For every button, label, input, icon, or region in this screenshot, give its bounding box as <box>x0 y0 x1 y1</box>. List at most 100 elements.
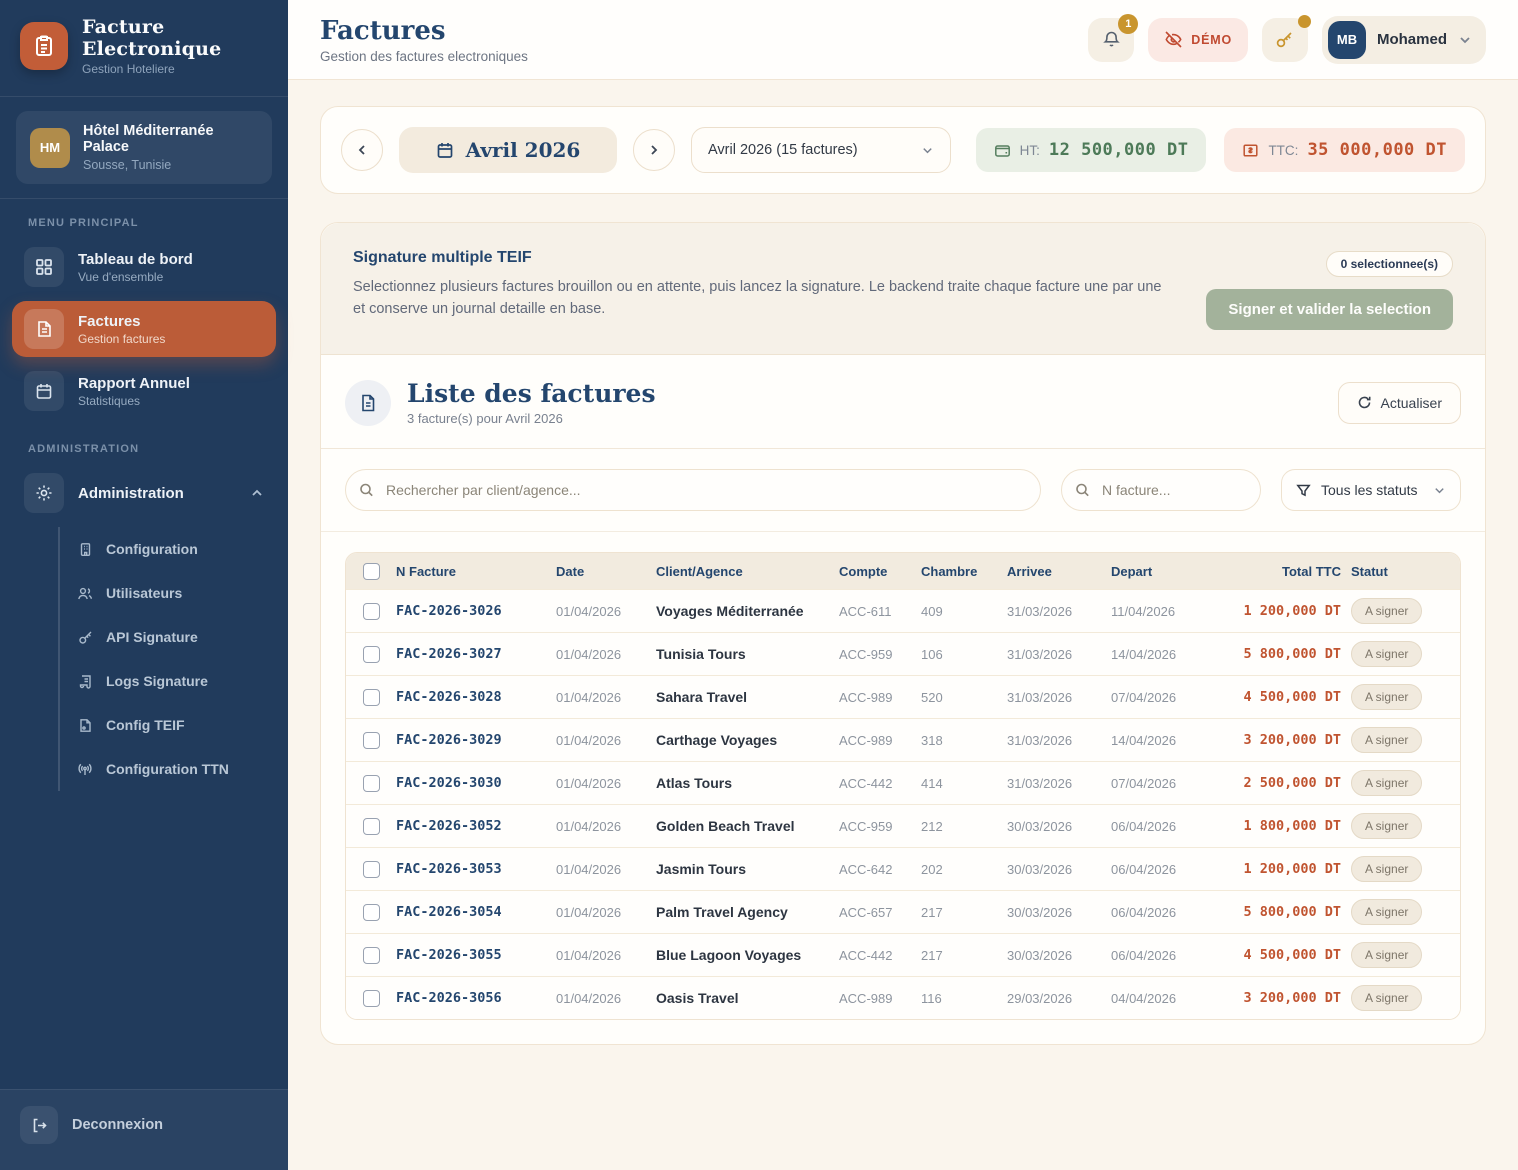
sidebar-item-api-signature[interactable]: API Signature <box>76 615 276 659</box>
row-checkbox[interactable] <box>363 947 380 964</box>
sidebar-item-sublabel: Statistiques <box>78 394 190 408</box>
month-select[interactable]: Avril 2026 (15 factures) <box>691 127 951 173</box>
app-logo: Facture Electronique Gestion Hoteliere <box>0 0 288 96</box>
app-window: Facture Electronique Gestion Hoteliere H… <box>0 0 1518 1170</box>
status-badge: A signer <box>1351 899 1422 925</box>
invoice-number[interactable]: FAC-2026-3056 <box>396 990 556 1006</box>
invoice-status-cell: A signer <box>1351 727 1460 753</box>
invoice-total: 1 200,000 DT <box>1219 861 1351 877</box>
sidebar-item-tableau-de-bord[interactable]: Tableau de bord Vue d'ensemble <box>12 239 276 295</box>
notifications-button[interactable]: 1 <box>1088 18 1134 62</box>
invoice-number[interactable]: FAC-2026-3052 <box>396 818 556 834</box>
refresh-button[interactable]: Actualiser <box>1338 382 1461 424</box>
sidebar-item-configuration-ttn[interactable]: Configuration TTN <box>76 747 276 791</box>
next-month-button[interactable] <box>633 129 675 171</box>
table-row[interactable]: FAC-2026-3053 01/04/2026 Jasmin Tours AC… <box>346 847 1460 890</box>
invoice-status-cell: A signer <box>1351 770 1460 796</box>
app-subtitle: Gestion Hoteliere <box>82 62 268 76</box>
invoice-account: ACC-611 <box>839 604 921 619</box>
invoice-number[interactable]: FAC-2026-3030 <box>396 775 556 791</box>
sidebar-item-rapport-annuel[interactable]: Rapport Annuel Statistiques <box>12 363 276 419</box>
sidebar-item-config-teif[interactable]: Config TEIF <box>76 703 276 747</box>
row-checkbox[interactable] <box>363 904 380 921</box>
invoice-arrival: 31/03/2026 <box>1007 776 1111 791</box>
row-checkbox[interactable] <box>363 861 380 878</box>
hotel-card[interactable]: HM Hôtel Méditerranée Palace Sousse, Tun… <box>16 111 272 184</box>
hotel-location: Sousse, Tunisie <box>83 158 258 172</box>
logout-icon <box>20 1106 58 1144</box>
invoice-departure: 04/04/2026 <box>1111 991 1219 1006</box>
row-checkbox[interactable] <box>363 775 380 792</box>
invoice-number[interactable]: FAC-2026-3029 <box>396 732 556 748</box>
client-search-input[interactable] <box>345 469 1041 511</box>
invoice-departure: 11/04/2026 <box>1111 604 1219 619</box>
row-checkbox[interactable] <box>363 732 380 749</box>
demo-mode-button[interactable]: DÉMO <box>1148 18 1248 62</box>
table-row[interactable]: FAC-2026-3054 01/04/2026 Palm Travel Age… <box>346 890 1460 933</box>
select-all-checkbox[interactable] <box>363 563 380 580</box>
sidebar-item-configuration[interactable]: Configuration <box>76 527 276 571</box>
table-row[interactable]: FAC-2026-3056 01/04/2026 Oasis Travel AC… <box>346 976 1460 1019</box>
signature-key-button[interactable] <box>1262 18 1308 62</box>
eye-off-icon <box>1164 30 1183 49</box>
demo-label: DÉMO <box>1191 33 1232 47</box>
page-subtitle: Gestion des factures electroniques <box>320 49 528 64</box>
submenu-item-label: Configuration TTN <box>106 761 229 777</box>
table-row[interactable]: FAC-2026-3028 01/04/2026 Sahara Travel A… <box>346 675 1460 718</box>
sidebar-item-factures[interactable]: Factures Gestion factures <box>12 301 276 357</box>
invoice-account: ACC-642 <box>839 862 921 877</box>
row-checkbox[interactable] <box>363 689 380 706</box>
invoice-number[interactable]: FAC-2026-3054 <box>396 904 556 920</box>
sidebar-item-utilisateurs[interactable]: Utilisateurs <box>76 571 276 615</box>
user-menu-button[interactable]: MB Mohamed <box>1322 16 1486 64</box>
invoice-account: ACC-442 <box>839 948 921 963</box>
invoice-total: 3 200,000 DT <box>1219 990 1351 1006</box>
invoice-number[interactable]: FAC-2026-3026 <box>396 603 556 619</box>
invoice-account: ACC-442 <box>839 776 921 791</box>
invoice-number[interactable]: FAC-2026-3028 <box>396 689 556 705</box>
invoice-number-input[interactable] <box>1061 469 1261 511</box>
row-checkbox[interactable] <box>363 990 380 1007</box>
invoice-account: ACC-989 <box>839 733 921 748</box>
status-badge: A signer <box>1351 727 1422 753</box>
table-row[interactable]: FAC-2026-3026 01/04/2026 Voyages Méditer… <box>346 589 1460 632</box>
invoice-arrival: 31/03/2026 <box>1007 690 1111 705</box>
current-month-button[interactable]: Avril 2026 <box>399 127 617 173</box>
bell-icon <box>1102 30 1121 49</box>
logout-button[interactable]: Deconnexion <box>0 1089 288 1170</box>
prev-month-button[interactable] <box>341 129 383 171</box>
divider <box>0 96 288 97</box>
invoice-status-cell: A signer <box>1351 813 1460 839</box>
invoice-logo-icon <box>20 22 68 70</box>
invoice-number-search <box>1061 469 1261 511</box>
invoice-number[interactable]: FAC-2026-3027 <box>396 646 556 662</box>
table-row[interactable]: FAC-2026-3027 01/04/2026 Tunisia Tours A… <box>346 632 1460 675</box>
table-row[interactable]: FAC-2026-3052 01/04/2026 Golden Beach Tr… <box>346 804 1460 847</box>
ht-total-badge: HT: 12 500,000 DT <box>976 128 1207 172</box>
sidebar-item-label: Factures <box>78 313 165 330</box>
invoice-arrival: 30/03/2026 <box>1007 819 1111 834</box>
row-checkbox[interactable] <box>363 646 380 663</box>
status-filter-value: Tous les statuts <box>1321 482 1423 498</box>
row-checkbox-cell <box>346 775 396 792</box>
sidebar-item-logs-signature[interactable]: Logs Signature <box>76 659 276 703</box>
banknote-icon <box>1242 142 1259 159</box>
status-filter-select[interactable]: Tous les statuts <box>1281 469 1461 511</box>
row-checkbox[interactable] <box>363 818 380 835</box>
invoice-number[interactable]: FAC-2026-3053 <box>396 861 556 877</box>
table-row[interactable]: FAC-2026-3030 01/04/2026 Atlas Tours ACC… <box>346 761 1460 804</box>
table-row[interactable]: FAC-2026-3029 01/04/2026 Carthage Voyage… <box>346 718 1460 761</box>
bulk-signature-description: Selectionnez plusieurs factures brouillo… <box>353 276 1176 321</box>
invoices-card: Signature multiple TEIF Selectionnez plu… <box>320 222 1486 1045</box>
table-row[interactable]: FAC-2026-3055 01/04/2026 Blue Lagoon Voy… <box>346 933 1460 976</box>
invoice-room: 414 <box>921 776 1007 791</box>
row-checkbox[interactable] <box>363 603 380 620</box>
sidebar-item-administration[interactable]: Administration <box>12 465 276 521</box>
status-badge: A signer <box>1351 942 1422 968</box>
invoice-number[interactable]: FAC-2026-3055 <box>396 947 556 963</box>
sign-selection-button[interactable]: Signer et valider la selection <box>1206 289 1453 330</box>
page-head: Factures Gestion des factures electroniq… <box>320 16 528 64</box>
sidebar-item-label: Rapport Annuel <box>78 375 190 392</box>
ttc-total-badge: TTC: 35 000,000 DT <box>1224 128 1465 172</box>
client-search <box>345 469 1041 511</box>
